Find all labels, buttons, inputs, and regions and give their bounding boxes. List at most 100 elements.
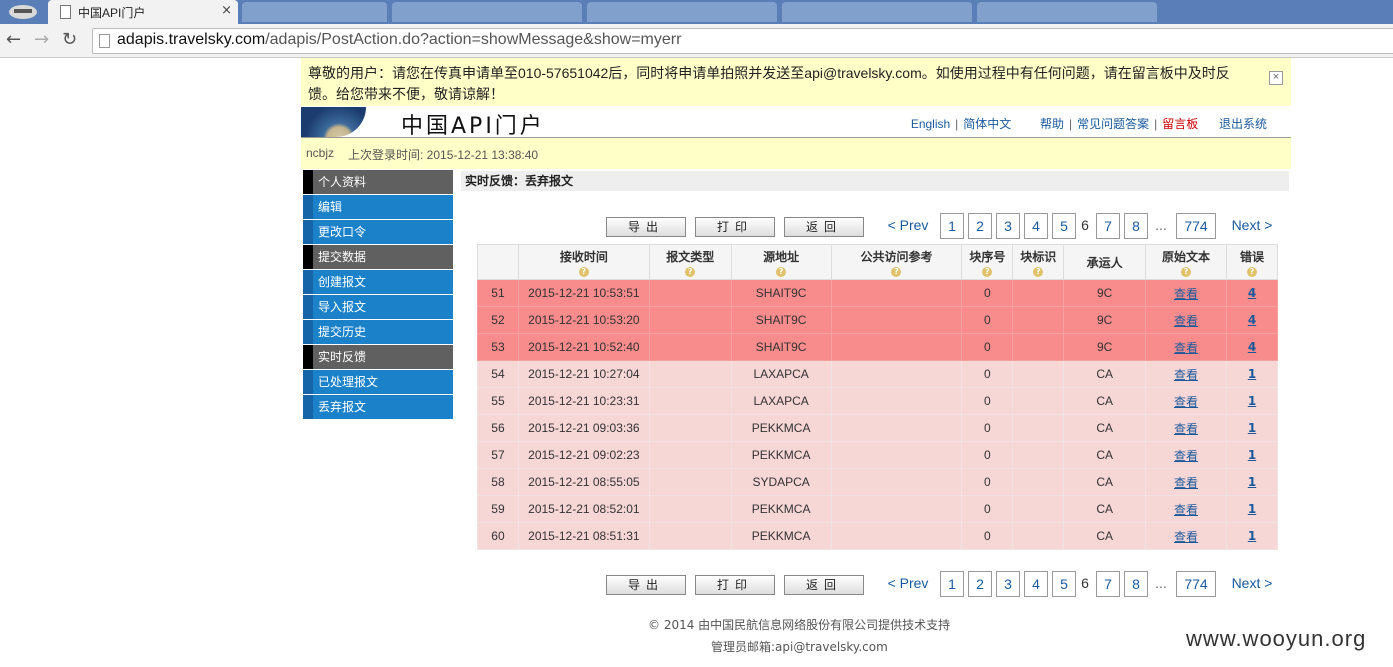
- reload-icon[interactable]: ↻: [62, 29, 77, 50]
- pager-page[interactable]: 2: [968, 571, 992, 597]
- nav-faq[interactable]: 常见问题答案: [1077, 117, 1149, 131]
- sidebar-item[interactable]: 已处理报文: [303, 370, 453, 394]
- forward-arrow-icon[interactable]: →: [34, 29, 49, 50]
- address-bar[interactable]: adapis.travelsky.com/adapis/PostAction.d…: [92, 28, 1393, 54]
- view-raw-link[interactable]: 查看: [1174, 395, 1198, 409]
- sidebar-item[interactable]: 编辑: [303, 195, 453, 219]
- nav-message-board[interactable]: 留言板: [1162, 117, 1198, 131]
- tab-inactive[interactable]: [977, 2, 1157, 22]
- table-cell-ref: [830, 441, 963, 469]
- print-button[interactable]: 打印: [695, 575, 775, 595]
- nav-english[interactable]: English: [911, 117, 950, 131]
- export-button[interactable]: 导出: [606, 217, 686, 237]
- nav-simplified-chinese[interactable]: 简体中文: [963, 117, 1011, 131]
- error-count-link[interactable]: 4: [1248, 340, 1256, 354]
- back-button[interactable]: 返回: [784, 575, 864, 595]
- view-raw-link[interactable]: 查看: [1174, 476, 1198, 490]
- tab-inactive[interactable]: [242, 2, 387, 22]
- error-count-link[interactable]: 4: [1248, 286, 1256, 300]
- help-icon[interactable]: ?: [1246, 266, 1257, 277]
- url-text[interactable]: adapis.travelsky.com/adapis/PostAction.d…: [117, 31, 681, 49]
- help-icon[interactable]: ?: [891, 266, 902, 277]
- table-cell-src: SHAIT9C: [730, 333, 832, 361]
- help-icon[interactable]: ?: [776, 266, 787, 277]
- close-icon[interactable]: ×: [1269, 71, 1283, 85]
- pager-prev[interactable]: < Prev: [882, 213, 934, 237]
- error-count-link[interactable]: 1: [1248, 394, 1256, 408]
- pager-last-page[interactable]: 774: [1176, 571, 1216, 597]
- sidebar-item[interactable]: 更改口令: [303, 220, 453, 244]
- help-icon[interactable]: ?: [982, 266, 993, 277]
- pager-last-page[interactable]: 774: [1176, 213, 1216, 239]
- browser-profile-icon[interactable]: [6, 1, 40, 21]
- help-icon[interactable]: ?: [1181, 266, 1192, 277]
- sidebar-item[interactable]: 提交历史: [303, 320, 453, 344]
- sidebar-item[interactable]: 创建报文: [303, 270, 453, 294]
- pager-page[interactable]: 3: [996, 213, 1020, 239]
- error-count-link[interactable]: 1: [1248, 448, 1256, 462]
- notice-text: 尊敬的用户：请您在传真申请单至010-57651042后，同时将申请单拍照并发送…: [308, 65, 1230, 102]
- error-count-link[interactable]: 1: [1248, 367, 1256, 381]
- nav-help[interactable]: 帮助: [1040, 117, 1064, 131]
- pager-page[interactable]: 3: [996, 571, 1020, 597]
- pager-page[interactable]: 4: [1024, 213, 1048, 239]
- sidebar-item-label: 实时反馈: [318, 350, 367, 364]
- view-raw-link[interactable]: 查看: [1174, 287, 1198, 301]
- help-icon[interactable]: ?: [1033, 266, 1044, 277]
- table-cell-carrier: 9C: [1063, 279, 1147, 307]
- sidebar-item[interactable]: 导入报文: [303, 295, 453, 319]
- pager-next[interactable]: Next >: [1228, 571, 1276, 595]
- pager-page[interactable]: 4: [1024, 571, 1048, 597]
- pager-page[interactable]: 2: [968, 213, 992, 239]
- error-count-link[interactable]: 1: [1248, 502, 1256, 516]
- sidebar-item[interactable]: 丢弃报文: [303, 395, 453, 419]
- pager-next[interactable]: Next >: [1228, 213, 1276, 237]
- page-icon: [60, 5, 71, 19]
- table-row: 58 2015-12-21 08:55:05 SYDAPCA 0 CA 查看 1: [477, 468, 1279, 496]
- table-cell-carrier: CA: [1063, 468, 1147, 496]
- nav-logout[interactable]: 退出系统: [1219, 117, 1267, 131]
- table-cell-ref: [830, 495, 963, 523]
- view-raw-link[interactable]: 查看: [1174, 341, 1198, 355]
- pager-page[interactable]: 5: [1052, 213, 1076, 239]
- view-raw-link[interactable]: 查看: [1174, 449, 1198, 463]
- pager-page[interactable]: 7: [1096, 571, 1120, 597]
- table-cell-no: 51: [477, 279, 519, 307]
- pager-page[interactable]: 1: [940, 213, 964, 239]
- pager-page[interactable]: 1: [940, 571, 964, 597]
- error-count-link[interactable]: 4: [1248, 313, 1256, 327]
- error-count-link[interactable]: 1: [1248, 529, 1256, 543]
- view-raw-link[interactable]: 查看: [1174, 368, 1198, 382]
- error-count-link[interactable]: 1: [1248, 421, 1256, 435]
- pager-page[interactable]: 8: [1124, 213, 1148, 239]
- tab-inactive[interactable]: [392, 2, 582, 22]
- error-count-link[interactable]: 1: [1248, 475, 1256, 489]
- pager-prev[interactable]: < Prev: [882, 571, 934, 595]
- column-header-label: 块序号: [969, 249, 1006, 264]
- table-cell-carrier: CA: [1063, 387, 1147, 415]
- view-raw-link[interactable]: 查看: [1174, 422, 1198, 436]
- help-icon[interactable]: ?: [685, 266, 696, 277]
- table-cell-type: [648, 360, 732, 388]
- column-header: [477, 244, 519, 280]
- tab-inactive[interactable]: [587, 2, 777, 22]
- view-raw-link[interactable]: 查看: [1174, 314, 1198, 328]
- export-button[interactable]: 导出: [606, 575, 686, 595]
- tab-active[interactable]: 中国API门户 ×: [48, 0, 238, 24]
- view-raw-link[interactable]: 查看: [1174, 503, 1198, 517]
- pager-page[interactable]: 8: [1124, 571, 1148, 597]
- help-icon[interactable]: ?: [578, 266, 589, 277]
- pager-page[interactable]: 5: [1052, 571, 1076, 597]
- last-login: 上次登录时间: 2015-12-21 13:38:40: [348, 148, 539, 162]
- sidebar-item-marker: [303, 245, 313, 269]
- back-button[interactable]: 返回: [784, 217, 864, 237]
- pager-page[interactable]: 7: [1096, 213, 1120, 239]
- back-arrow-icon[interactable]: ←: [6, 29, 21, 50]
- view-raw-link[interactable]: 查看: [1174, 530, 1198, 544]
- print-button[interactable]: 打印: [695, 217, 775, 237]
- sidebar-item-marker: [303, 370, 313, 394]
- table-cell-blk: [1012, 414, 1065, 442]
- table-cell-err: 1: [1225, 414, 1279, 442]
- tab-inactive[interactable]: [782, 2, 972, 22]
- tab-close-icon[interactable]: ×: [221, 3, 232, 18]
